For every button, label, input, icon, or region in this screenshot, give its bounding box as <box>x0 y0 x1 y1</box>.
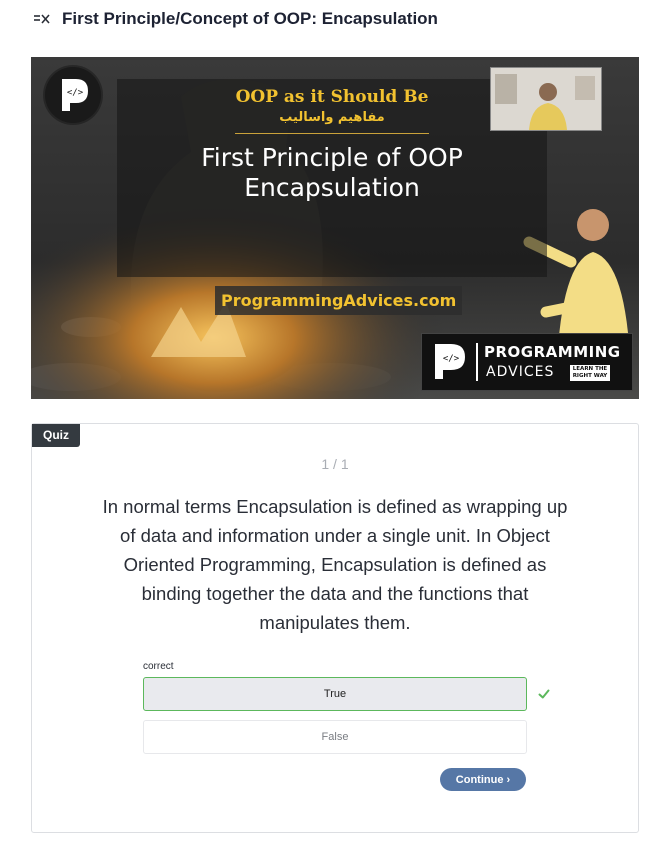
answer-result-label: correct <box>143 661 174 672</box>
brand-separator <box>476 343 478 381</box>
presenter-pip-thumbnail <box>490 67 602 131</box>
lesson-header: First Principle/Concept of OOP: Encapsul… <box>33 8 438 30</box>
video-heading-line2: Encapsulation <box>244 173 420 202</box>
video-series-title: OOP as it Should Be <box>235 87 429 107</box>
svg-text:</>: </> <box>67 88 84 98</box>
quiz-badge: Quiz <box>32 424 80 447</box>
video-website-label: ProgrammingAdvices.com <box>215 286 463 315</box>
video-title-divider <box>235 133 429 134</box>
question-text: In normal terms Encapsulation is defined… <box>102 496 568 633</box>
answer-option-label: True <box>323 688 347 700</box>
lesson-list-icon <box>34 14 50 24</box>
video-title-panel: OOP as it Should Be مفاهيم واساليب First… <box>117 79 547 277</box>
answer-option-label: False <box>321 731 349 743</box>
video-heading-line1: First Principle of OOP <box>201 143 463 172</box>
programming-advices-logo: </> <box>45 67 101 123</box>
question-counter: 1 / 1 <box>321 456 349 472</box>
answer-option-false[interactable]: False <box>143 720 527 754</box>
brand-tagline: LEARN THE RIGHT WAY <box>570 365 610 381</box>
video-arabic-subtitle: مفاهيم واساليب <box>279 110 385 125</box>
brand-word-advices: ADVICES <box>486 364 555 380</box>
video-player[interactable]: </> OOP as it Should Be مفاهيم واساليب F… <box>31 57 639 399</box>
svg-text:</>: </> <box>443 354 460 364</box>
lesson-title: First Principle/Concept of OOP: Encapsul… <box>62 9 438 28</box>
programming-advices-brand-banner: </> PROGRAMMING ADVICES LEARN THE RIGHT … <box>421 333 633 391</box>
brand-word-programming: PROGRAMMING <box>484 343 621 361</box>
answer-option-true[interactable]: True <box>143 677 527 711</box>
correct-check-icon <box>538 689 550 699</box>
quiz-card: Quiz 1 / 1 In normal terms Encapsulation… <box>31 423 639 833</box>
brand-p-logo-icon: </> <box>435 344 465 379</box>
continue-button[interactable]: Continue › <box>440 768 526 791</box>
